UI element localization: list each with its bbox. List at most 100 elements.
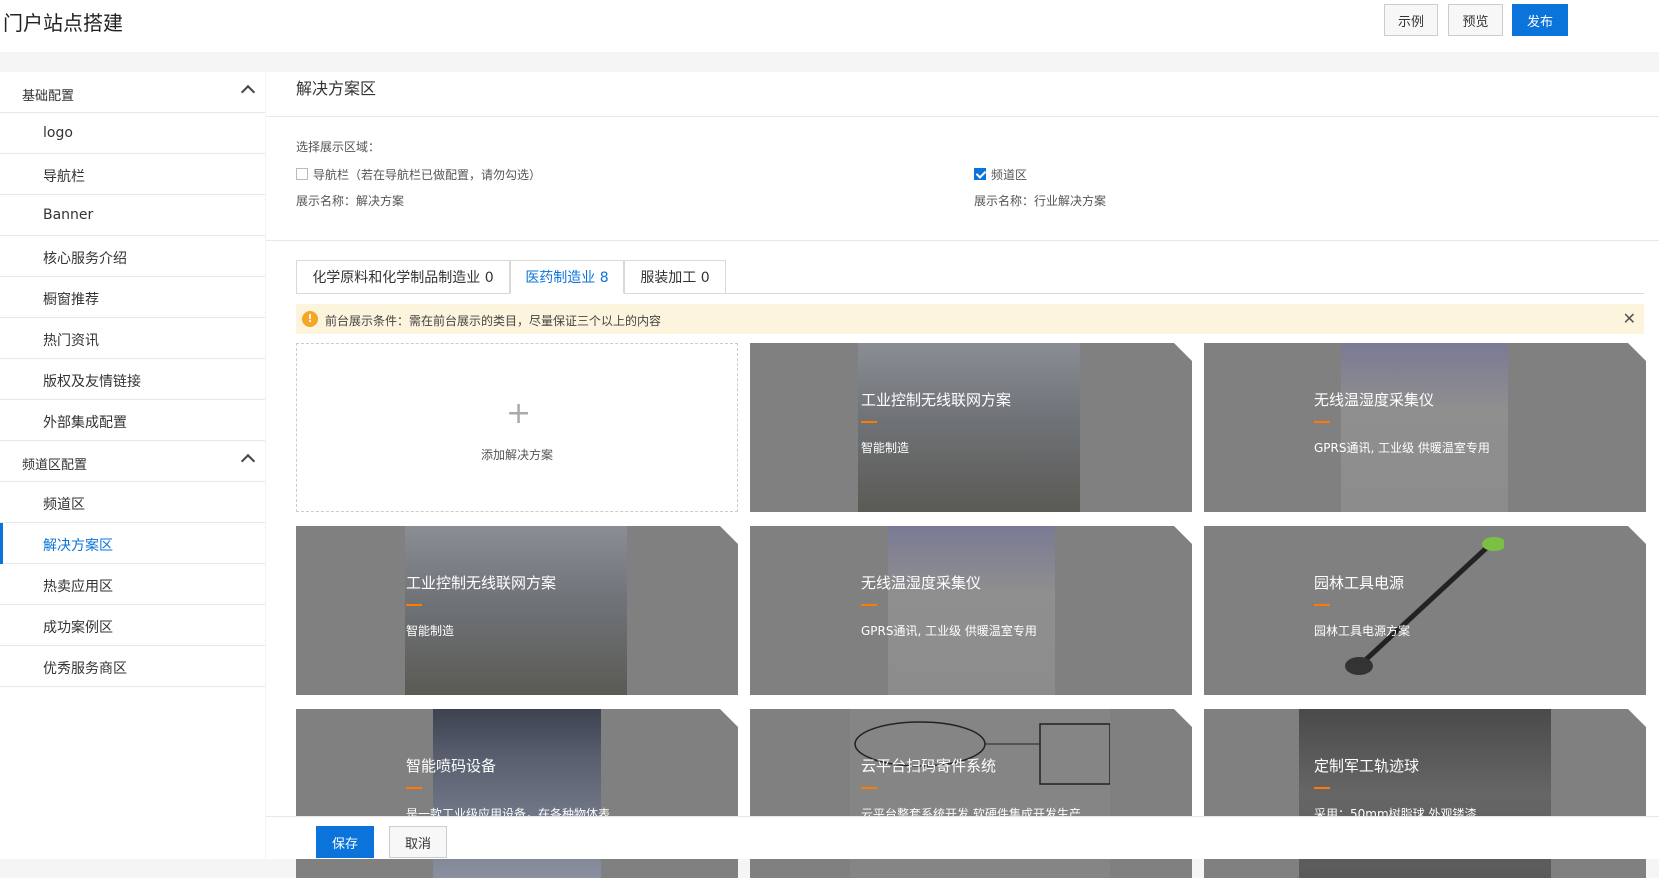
sidebar-item-label: Banner xyxy=(43,207,94,223)
accent-bar xyxy=(406,787,422,789)
solution-card[interactable]: 工业控制无线联网方案 智能制造 xyxy=(750,343,1192,512)
notice-banner: ! 前台展示条件：需在前台展示的类目，尽量保证三个以上的内容 ✕ xyxy=(296,304,1644,334)
plus-icon: + xyxy=(506,396,532,431)
chevron-up-icon xyxy=(240,84,256,100)
sidebar-item-copyright-links[interactable]: 版权及友情链接 xyxy=(0,359,265,400)
corner-marker xyxy=(1628,709,1646,727)
corner-marker xyxy=(720,526,738,544)
notice-text: 前台展示条件：需在前台展示的类目，尽量保证三个以上的内容 xyxy=(325,314,662,328)
section-title: 解决方案区 xyxy=(296,79,377,98)
tab-pharmaceutical[interactable]: 医药制造业 8 xyxy=(510,260,624,294)
sidebar-item-core-services[interactable]: 核心服务介绍 xyxy=(0,236,265,277)
corner-marker xyxy=(1174,709,1192,727)
sidebar-item-top-providers[interactable]: 优秀服务商区 xyxy=(0,646,265,687)
solution-image xyxy=(1341,343,1508,512)
sidebar-item-channel-area[interactable]: 频道区 xyxy=(0,482,265,523)
cancel-button[interactable]: 取消 xyxy=(389,826,447,858)
sidebar-group-label: 频道区配置 xyxy=(22,458,88,473)
sidebar-item-success-cases[interactable]: 成功案例区 xyxy=(0,605,265,646)
sidebar-item-hot-apps[interactable]: 热卖应用区 xyxy=(0,564,265,605)
sidebar: 基础配置 logo 导航栏 Banner 核心服务介绍 橱窗推荐 热门资讯 版权… xyxy=(0,72,265,859)
sidebar-item-showcase[interactable]: 橱窗推荐 xyxy=(0,277,265,318)
card-title: 工业控制无线联网方案 xyxy=(406,574,557,592)
warning-icon: ! xyxy=(302,311,318,327)
card-subtitle: GPRS通讯, 工业级 供暖温室专用 xyxy=(1314,441,1490,455)
navbar-option-label: 导航栏（若在导航栏已做配置，请勿勾选） xyxy=(313,168,542,182)
accent-bar xyxy=(1314,787,1330,789)
solution-card[interactable]: 园林工具电源 园林工具电源方案 xyxy=(1204,526,1646,695)
top-bar: 门户站点搭建 示例 预览 发布 xyxy=(0,0,1659,52)
solution-image xyxy=(888,526,1055,695)
card-title: 园林工具电源 xyxy=(1314,574,1405,592)
card-title: 无线温湿度采集仪 xyxy=(861,574,982,592)
add-solution-card[interactable]: + 添加解决方案 xyxy=(296,343,738,512)
sidebar-item-label: 优秀服务商区 xyxy=(43,661,127,677)
sidebar-item-label: logo xyxy=(43,125,73,141)
card-subtitle: GPRS通讯, 工业级 供暖温室专用 xyxy=(861,624,1037,638)
sidebar-item-solutions[interactable]: 解决方案区 xyxy=(0,523,265,564)
page-title: 门户站点搭建 xyxy=(3,11,123,35)
solution-image xyxy=(405,526,627,695)
sidebar-item-hot-news[interactable]: 热门资讯 xyxy=(0,318,265,359)
sidebar-item-label: 导航栏 xyxy=(43,169,85,185)
accent-bar xyxy=(406,604,422,606)
main-panel: 解决方案区 选择展示区域： 导航栏（若在导航栏已做配置，请勿勾选） 展示名称：解… xyxy=(266,72,1659,878)
chevron-up-icon xyxy=(240,453,256,469)
solution-image xyxy=(858,343,1080,512)
sidebar-item-label: 核心服务介绍 xyxy=(43,251,127,267)
accent-bar xyxy=(1314,604,1330,606)
card-title: 无线温湿度采集仪 xyxy=(1314,391,1435,409)
trimmer-illustration xyxy=(1345,537,1506,675)
sidebar-item-label: 解决方案区 xyxy=(43,538,113,554)
solution-card[interactable]: 无线温湿度采集仪 GPRS通讯, 工业级 供暖温室专用 xyxy=(1204,343,1646,512)
sidebar-item-banner[interactable]: Banner xyxy=(0,195,265,236)
card-title: 定制军工轨迹球 xyxy=(1314,757,1420,775)
accent-bar xyxy=(1314,421,1330,423)
sidebar-item-label: 橱窗推荐 xyxy=(43,292,99,308)
close-icon[interactable]: ✕ xyxy=(1623,309,1636,328)
card-subtitle: 智能制造 xyxy=(406,624,455,638)
accent-bar xyxy=(861,421,877,423)
tab-chemical[interactable]: 化学原料和化学制品制造业 0 xyxy=(296,260,510,294)
sidebar-item-logo[interactable]: logo xyxy=(0,113,265,154)
corner-marker xyxy=(1174,526,1192,544)
preview-button[interactable]: 预览 xyxy=(1448,4,1503,36)
example-button[interactable]: 示例 xyxy=(1384,4,1438,36)
sidebar-item-label: 热卖应用区 xyxy=(43,579,113,595)
sidebar-item-external-integration[interactable]: 外部集成配置 xyxy=(0,400,265,441)
accent-bar xyxy=(861,604,877,606)
sidebar-item-navbar[interactable]: 导航栏 xyxy=(0,154,265,195)
card-title: 云平台扫码寄件系统 xyxy=(861,757,997,775)
sidebar-item-label: 热门资讯 xyxy=(43,333,99,349)
navbar-checkbox[interactable] xyxy=(296,168,308,180)
footer-bar: 保存 取消 xyxy=(266,816,1659,859)
solution-image xyxy=(1334,526,1506,695)
accent-bar xyxy=(861,787,877,789)
save-button[interactable]: 保存 xyxy=(316,826,374,858)
card-title: 智能喷码设备 xyxy=(406,757,497,775)
add-solution-label: 添加解决方案 xyxy=(480,448,553,462)
card-subtitle: 园林工具电源方案 xyxy=(1314,624,1411,638)
solution-card[interactable]: 无线温湿度采集仪 GPRS通讯, 工业级 供暖温室专用 xyxy=(750,526,1192,695)
channel-checkbox[interactable] xyxy=(974,168,986,180)
tab-garment[interactable]: 服装加工 0 xyxy=(624,260,726,294)
sidebar-item-label: 版权及友情链接 xyxy=(43,374,141,390)
sidebar-item-label: 外部集成配置 xyxy=(43,415,127,431)
corner-marker xyxy=(720,709,738,727)
card-title: 工业控制无线联网方案 xyxy=(861,391,1012,409)
sidebar-item-label: 频道区 xyxy=(43,497,85,513)
channel-display-name: 展示名称：行业解决方案 xyxy=(974,194,1107,208)
divider xyxy=(266,116,1659,117)
channel-option-label: 频道区 xyxy=(991,168,1028,182)
solution-card[interactable]: 工业控制无线联网方案 智能制造 xyxy=(296,526,738,695)
select-area-label: 选择展示区域： xyxy=(296,140,381,154)
publish-button[interactable]: 发布 xyxy=(1512,4,1568,36)
corner-marker xyxy=(1628,343,1646,361)
corner-marker xyxy=(1174,343,1192,361)
sidebar-group-basic[interactable]: 基础配置 xyxy=(0,72,265,113)
card-subtitle: 智能制造 xyxy=(861,441,910,455)
sidebar-group-channel[interactable]: 频道区配置 xyxy=(0,441,265,482)
sidebar-group-label: 基础配置 xyxy=(22,89,75,104)
corner-marker xyxy=(1628,526,1646,544)
divider xyxy=(266,240,1659,241)
